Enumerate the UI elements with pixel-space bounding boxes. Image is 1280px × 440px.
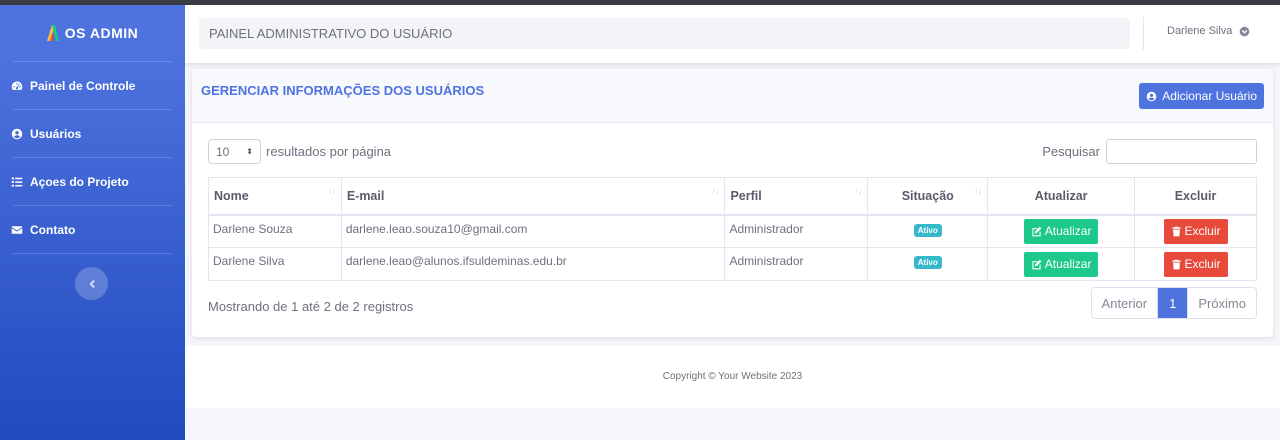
column-header-situacao[interactable]: Situação ↑↓ — [867, 177, 989, 216]
footer: Copyright © Your Website 2023 — [185, 346, 1280, 408]
sort-icon: ↑↓ — [854, 186, 862, 196]
sidebar-divider — [13, 253, 172, 254]
cell-situacao: Ativo — [867, 214, 989, 248]
brand[interactable]: OS ADMIN — [0, 5, 185, 61]
sidebar: OS ADMIN Painel de Controle Usuários Aço… — [0, 5, 185, 440]
edit-icon — [1032, 259, 1042, 269]
sidebar-item-contato[interactable]: Contato — [0, 206, 185, 253]
sidebar-item-label: Usuários — [30, 126, 82, 141]
column-header-excluir: Excluir — [1134, 177, 1257, 216]
table-info: Mostrando de 1 até 2 de 2 registros — [208, 299, 414, 314]
column-label: Situação — [901, 188, 954, 203]
column-header-email[interactable]: E-mail ↑↓ — [340, 177, 726, 216]
copyright-text: Copyright © Your Website 2023 — [662, 371, 803, 382]
column-label: Perfil — [730, 188, 762, 203]
sidebar-item-label: Contato — [30, 222, 76, 237]
sidebar-item-label: Painel de Controle — [30, 78, 136, 93]
cell-email: darlene.leao@alunos.ifsuldeminas.edu.br — [340, 247, 726, 281]
brand-logo-icon — [46, 25, 59, 41]
add-user-button[interactable]: Adicionar Usuário — [1139, 83, 1264, 109]
sidebar-toggle-button[interactable] — [75, 267, 108, 300]
table-header-row: Nome ↑↓ E-mail ↑↓ Perfil ↑↓ Situação ↑↓ Atua… — [208, 177, 1257, 216]
sort-icon: ↑↓ — [974, 186, 982, 196]
user-circle-icon — [11, 128, 23, 139]
sort-arrows-icon: ⬍ — [246, 147, 253, 156]
user-dropdown[interactable]: Darlene Silva — [1167, 25, 1250, 37]
column-header-nome[interactable]: Nome ↑↓ — [208, 177, 342, 216]
chevron-circle-down-icon — [1240, 26, 1250, 36]
edit-icon — [1032, 226, 1042, 237]
delete-label: Excluir — [1184, 257, 1221, 271]
trash-icon — [1171, 226, 1181, 237]
table-row: Darlene Silva darlene.leao@alunos.ifsuld… — [208, 247, 1257, 281]
column-label: Nome — [214, 188, 249, 203]
page-title: PAINEL ADMINISTRATIVO DO USUÁRIO — [199, 18, 1130, 49]
table-row: Darlene Souza darlene.leao.souza10@gmail… — [208, 214, 1257, 248]
sidebar-item-acoes-do-projeto[interactable]: Açoes do Projeto — [0, 158, 185, 205]
sort-icon: ↑↓ — [327, 186, 336, 196]
delete-button[interactable]: Excluir — [1163, 218, 1228, 244]
search-label: Pesquisar — [1042, 144, 1100, 159]
sidebar-item-usuarios[interactable]: Usuários — [0, 110, 185, 157]
envelope-icon — [11, 225, 23, 234]
status-badge: Ativo — [913, 223, 942, 237]
column-label: Excluir — [1174, 188, 1217, 203]
cell-atualizar: Atualizar — [987, 247, 1136, 281]
cell-situacao: Ativo — [867, 247, 989, 281]
update-label: Atualizar — [1044, 224, 1092, 239]
search-control: Pesquisar — [1042, 139, 1257, 164]
delete-button[interactable]: Excluir — [1163, 251, 1228, 277]
cell-perfil: Administrador — [724, 214, 869, 248]
update-label: Atualizar — [1044, 257, 1092, 271]
cell-excluir: Excluir — [1134, 214, 1257, 248]
search-input[interactable] — [1106, 139, 1257, 164]
page-length-select[interactable]: 10 ⬍ — [208, 139, 261, 164]
sidebar-item-painel-de-controle[interactable]: Painel de Controle — [0, 62, 185, 109]
pagination: Anterior 1 Próximo — [1090, 287, 1257, 319]
update-button[interactable]: Atualizar — [1023, 218, 1099, 244]
topbar: PAINEL ADMINISTRATIVO DO USUÁRIO Darlene… — [185, 5, 1280, 63]
trash-icon — [1171, 259, 1181, 269]
add-user-label: Adicionar Usuário — [1162, 89, 1257, 103]
cell-atualizar: Atualizar — [987, 214, 1136, 248]
cell-email: darlene.leao.souza10@gmail.com — [340, 214, 726, 248]
brand-name: OS ADMIN — [64, 25, 139, 41]
card-title: GERENCIAR INFORMAÇÕES DOS USUÁRIOS — [201, 83, 485, 98]
cell-perfil: Administrador — [724, 247, 869, 281]
pagination-previous[interactable]: Anterior — [1091, 288, 1158, 318]
card-header: GERENCIAR INFORMAÇÕES DOS USUÁRIOS Adici… — [192, 69, 1273, 123]
column-header-atualizar: Atualizar — [987, 177, 1136, 216]
cell-nome: Darlene Silva — [208, 247, 342, 281]
delete-label: Excluir — [1184, 224, 1221, 239]
users-table: Nome ↑↓ E-mail ↑↓ Perfil ↑↓ Situação ↑↓ Atua… — [208, 177, 1257, 281]
column-label: E-mail — [346, 188, 385, 203]
update-button[interactable]: Atualizar — [1023, 251, 1099, 277]
pagination-next[interactable]: Próximo — [1187, 288, 1256, 318]
page-length-value: 10 — [216, 144, 230, 159]
cell-nome: Darlene Souza — [208, 214, 342, 248]
user-name: Darlene Silva — [1167, 25, 1233, 37]
sort-icon: ↑↓ — [711, 186, 719, 196]
pagination-page-1[interactable]: 1 — [1157, 288, 1188, 318]
status-badge: Ativo — [913, 256, 942, 269]
sidebar-item-label: Açoes do Projeto — [30, 174, 129, 189]
page-length-control: 10 ⬍ resultados por página — [208, 139, 391, 164]
tachometer-icon — [11, 81, 23, 90]
list-icon — [11, 177, 23, 187]
cell-excluir: Excluir — [1134, 247, 1257, 281]
chevron-left-icon — [89, 279, 95, 288]
column-header-perfil[interactable]: Perfil ↑↓ — [724, 177, 869, 216]
users-card: GERENCIAR INFORMAÇÕES DOS USUÁRIOS Adici… — [192, 69, 1273, 337]
user-circle-icon — [1146, 91, 1157, 101]
topbar-divider — [1143, 17, 1144, 50]
page-length-label: resultados por página — [266, 144, 392, 159]
column-label: Atualizar — [1034, 188, 1088, 203]
